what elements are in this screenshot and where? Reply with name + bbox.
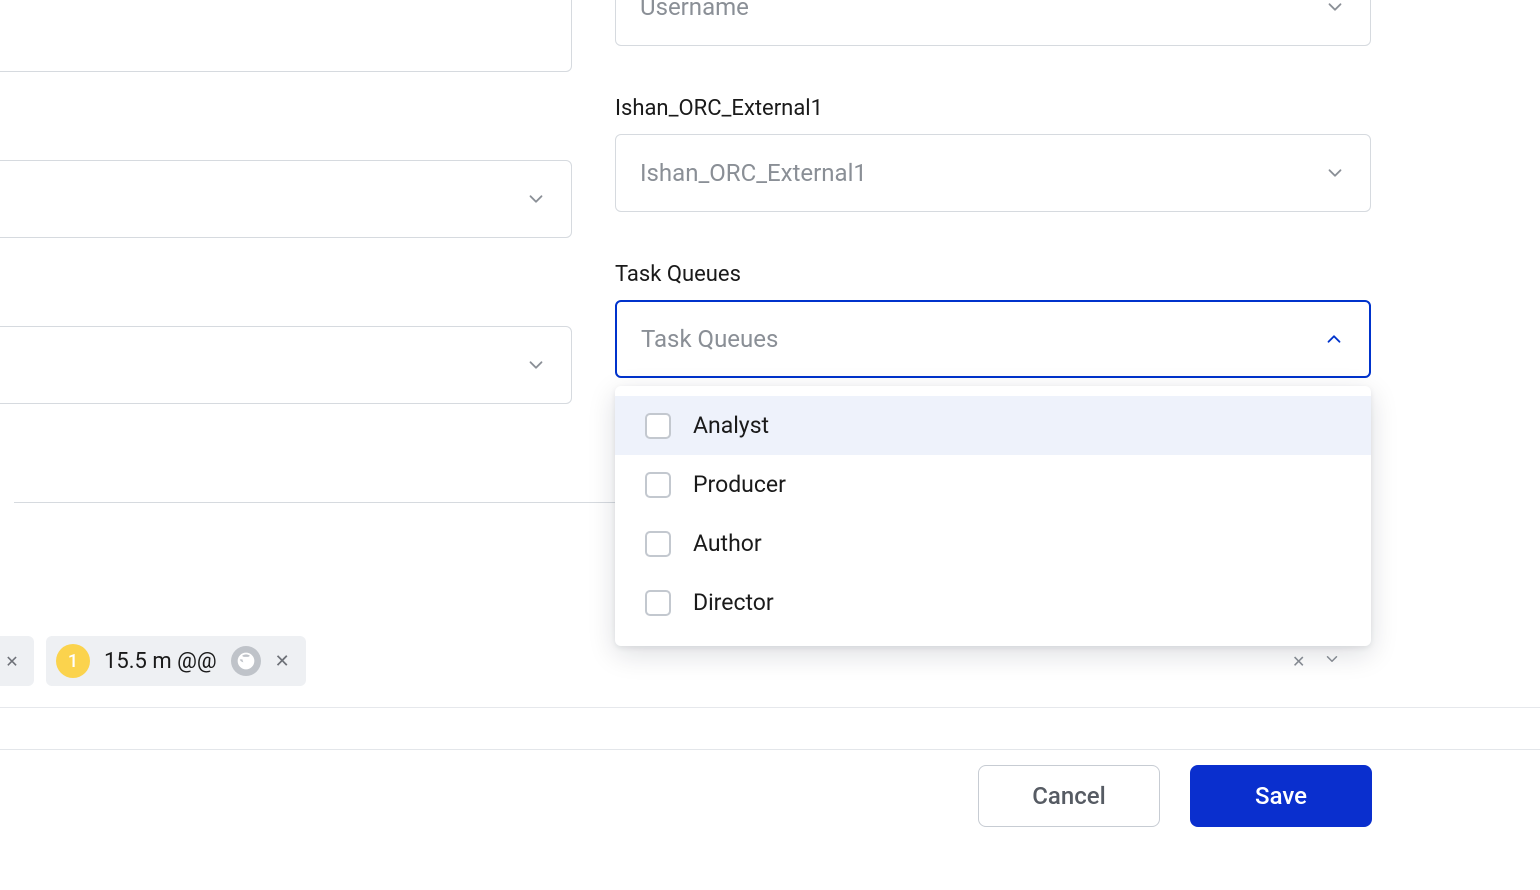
separator-line-2 <box>0 749 1540 750</box>
cancel-button-label: Cancel <box>1032 782 1105 810</box>
chip-partial-remove[interactable]: ✕ <box>0 636 34 686</box>
chip-text: 15.5 m @@ <box>104 649 217 674</box>
left-field-input-1[interactable] <box>0 0 572 72</box>
separator-line <box>0 707 1540 708</box>
external1-label: Ishan_ORC_External1 <box>615 96 823 121</box>
chevron-down-icon <box>525 354 547 376</box>
footer-actions: Cancel Save <box>0 751 1540 827</box>
option-producer[interactable]: Producer <box>615 455 1371 514</box>
option-author[interactable]: Author <box>615 514 1371 573</box>
external1-placeholder: Ishan_ORC_External1 <box>640 159 867 187</box>
username-placeholder: Username <box>640 0 749 21</box>
chevron-down-icon <box>525 188 547 210</box>
option-label: Author <box>693 530 762 557</box>
chip-remove-icon[interactable]: ✕ <box>275 651 290 672</box>
option-analyst[interactable]: Analyst <box>615 396 1371 455</box>
checkbox[interactable] <box>645 472 671 498</box>
option-director[interactable]: Director <box>615 573 1371 632</box>
left-field-label-2: al1 <box>0 284 572 309</box>
close-icon: ✕ <box>5 652 18 671</box>
username-select[interactable]: Username <box>615 0 1371 46</box>
globe-icon <box>231 646 261 676</box>
chip-badge: 1 <box>56 644 90 678</box>
option-label: Producer <box>693 471 786 498</box>
multiselect-tail-controls: ✕ <box>1292 650 1341 672</box>
cancel-button[interactable]: Cancel <box>978 765 1160 827</box>
checkbox[interactable] <box>645 590 671 616</box>
option-label: Analyst <box>693 412 769 439</box>
task-queues-label: Task Queues <box>615 262 741 287</box>
task-queues-select[interactable]: Task Queues <box>615 300 1371 378</box>
save-button-label: Save <box>1255 782 1307 810</box>
chevron-down-icon[interactable] <box>1323 650 1341 672</box>
checkbox[interactable] <box>645 413 671 439</box>
external1-select[interactable]: Ishan_ORC_External1 <box>615 134 1371 212</box>
left-select-1[interactable] <box>0 160 572 238</box>
task-queues-placeholder: Task Queues <box>641 325 778 353</box>
checkbox[interactable] <box>645 531 671 557</box>
chip-item[interactable]: 1 15.5 m @@ ✕ <box>46 636 306 686</box>
save-button[interactable]: Save <box>1190 765 1372 827</box>
left-select-2[interactable]: ernal1 <box>0 326 572 404</box>
close-icon[interactable]: ✕ <box>1292 652 1305 671</box>
chevron-down-icon <box>1324 0 1346 18</box>
chevron-up-icon <box>1323 328 1345 350</box>
option-label: Director <box>693 589 774 616</box>
task-queues-dropdown: Analyst Producer Author Director <box>615 386 1371 646</box>
chevron-down-icon <box>1324 162 1346 184</box>
